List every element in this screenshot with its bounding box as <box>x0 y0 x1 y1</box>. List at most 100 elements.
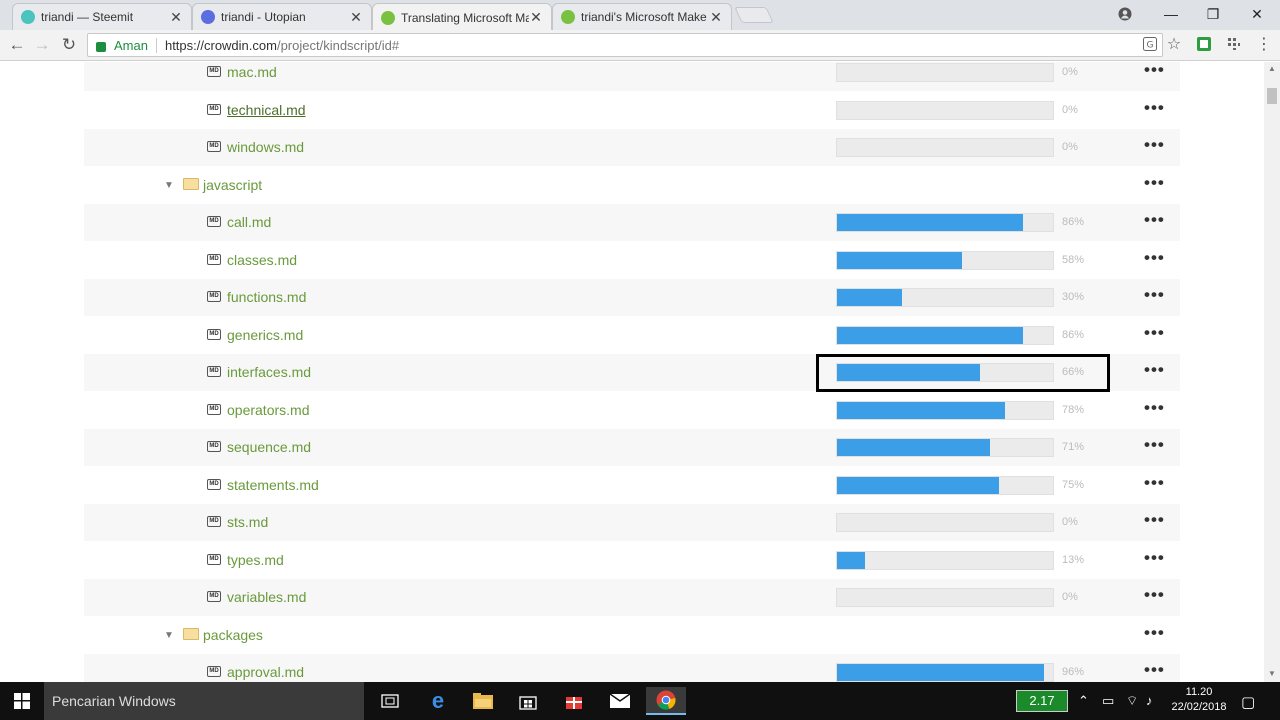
file-name-link[interactable]: classes.md <box>227 252 297 268</box>
new-tab-button[interactable] <box>734 7 774 23</box>
translate-icon[interactable]: G <box>1142 36 1158 52</box>
tab-crowdin-translating[interactable]: Translating Microsoft Ma ✕ <box>372 3 552 31</box>
windows-search-box[interactable]: Pencarian Windows <box>44 682 364 720</box>
file-name-link[interactable]: sts.md <box>227 514 268 530</box>
task-view-icon[interactable] <box>370 687 410 715</box>
file-name-link[interactable]: statements.md <box>227 477 319 493</box>
close-icon[interactable]: ✕ <box>709 9 723 26</box>
menu-dots-icon[interactable]: ⋮ <box>1256 36 1272 53</box>
more-options-icon[interactable]: ••• <box>1144 360 1165 380</box>
battery-indicator[interactable]: 2.17 <box>1016 690 1068 712</box>
more-options-icon[interactable]: ••• <box>1144 173 1165 193</box>
close-icon[interactable]: ✕ <box>169 9 183 26</box>
more-options-icon[interactable]: ••• <box>1144 585 1165 605</box>
more-options-icon[interactable]: ••• <box>1144 323 1165 343</box>
file-name-link[interactable]: variables.md <box>227 589 306 605</box>
scroll-up-icon[interactable]: ▲ <box>1268 64 1276 73</box>
notification-icon[interactable]: ▢ <box>1241 693 1255 711</box>
tab-utopian[interactable]: triandi - Utopian ✕ <box>192 3 372 30</box>
markdown-file-icon: MD <box>207 553 221 565</box>
file-name-link[interactable]: interfaces.md <box>227 364 311 380</box>
file-row[interactable]: MD classes.md 58% ••• <box>84 242 1180 279</box>
system-clock[interactable]: 11.20 22/02/2018 <box>1166 685 1232 715</box>
file-name-link[interactable]: technical.md <box>227 102 306 118</box>
folder-row[interactable]: ▼ packages ••• <box>84 617 1180 654</box>
mail-icon[interactable] <box>600 687 640 715</box>
file-name-link[interactable]: sequence.md <box>227 439 311 455</box>
folder-name[interactable]: packages <box>203 627 263 643</box>
folder-row[interactable]: ▼ javascript ••• <box>84 167 1180 204</box>
store-icon[interactable] <box>508 687 548 715</box>
profile-icon[interactable] <box>1103 0 1147 28</box>
back-arrow-icon[interactable]: ← <box>5 34 29 56</box>
file-row[interactable]: MD mac.md 0% ••• <box>84 62 1180 91</box>
restore-button[interactable]: ❐ <box>1191 0 1235 28</box>
tab-crowdin-profile[interactable]: triandi's Microsoft Make ✕ <box>552 3 732 30</box>
more-options-icon[interactable]: ••• <box>1144 398 1165 418</box>
file-row[interactable]: MD windows.md 0% ••• <box>84 129 1180 166</box>
file-row[interactable]: MD technical.md 0% ••• <box>84 92 1180 129</box>
bookmark-star-icon[interactable]: ☆ <box>1166 36 1182 53</box>
file-name-link[interactable]: mac.md <box>227 64 277 80</box>
file-name-link[interactable]: call.md <box>227 214 271 230</box>
reload-icon[interactable]: ↻ <box>57 34 81 56</box>
file-name-link[interactable]: operators.md <box>227 402 309 418</box>
file-row[interactable]: MD functions.md 30% ••• <box>84 279 1180 316</box>
crowdin-favicon-icon <box>561 10 575 24</box>
file-name-link[interactable]: functions.md <box>227 289 306 305</box>
file-row[interactable]: MD sequence.md 71% ••• <box>84 429 1180 466</box>
more-options-icon[interactable]: ••• <box>1144 548 1165 568</box>
more-options-icon[interactable]: ••• <box>1144 285 1165 305</box>
scroll-down-icon[interactable]: ▼ <box>1268 669 1276 678</box>
more-options-icon[interactable]: ••• <box>1144 210 1165 230</box>
file-name-link[interactable]: windows.md <box>227 139 304 155</box>
file-row[interactable]: MD statements.md 75% ••• <box>84 467 1180 504</box>
more-options-icon[interactable]: ••• <box>1144 135 1165 155</box>
collapse-caret-icon[interactable]: ▼ <box>164 630 174 641</box>
file-name-link[interactable]: approval.md <box>227 664 304 680</box>
file-row[interactable]: MD call.md 86% ••• <box>84 204 1180 241</box>
folder-icon <box>183 627 199 640</box>
chrome-icon[interactable] <box>646 687 686 715</box>
minimize-button[interactable]: — <box>1149 0 1193 28</box>
file-row[interactable]: MD generics.md 86% ••• <box>84 317 1180 354</box>
extension-icon[interactable] <box>1196 36 1212 52</box>
file-name-link[interactable]: types.md <box>227 552 284 568</box>
volume-icon[interactable]: ♪ <box>1146 693 1153 708</box>
file-row[interactable]: MD operators.md 78% ••• <box>84 392 1180 429</box>
scrollbar-thumb[interactable] <box>1267 88 1277 104</box>
close-icon[interactable]: ✕ <box>529 9 543 26</box>
tab-title: triandi — Steemit <box>41 10 134 24</box>
gift-icon[interactable] <box>554 687 594 715</box>
more-options-icon[interactable]: ••• <box>1144 98 1165 118</box>
more-options-icon[interactable]: ••• <box>1144 510 1165 530</box>
tab-steemit[interactable]: triandi — Steemit ✕ <box>12 3 192 30</box>
edge-browser-icon[interactable]: e <box>418 687 458 715</box>
more-options-icon[interactable]: ••• <box>1144 435 1165 455</box>
address-bar[interactable]: Aman https://crowdin.com/project/kindscr… <box>87 33 1163 57</box>
chevron-up-icon[interactable]: ⌃ <box>1078 693 1089 709</box>
wifi-icon[interactable]: ⌔ <box>1126 693 1138 709</box>
extension-grid-icon[interactable] <box>1226 36 1242 52</box>
tab-title: triandi's Microsoft Make <box>581 10 707 24</box>
more-options-icon[interactable]: ••• <box>1144 62 1165 80</box>
windows-start-icon[interactable] <box>0 682 44 720</box>
file-name-link[interactable]: generics.md <box>227 327 303 343</box>
folder-name[interactable]: javascript <box>203 177 262 193</box>
page-scrollbar[interactable]: ▲ ▼ <box>1264 62 1280 682</box>
file-row[interactable]: MD sts.md 0% ••• <box>84 504 1180 541</box>
more-options-icon[interactable]: ••• <box>1144 473 1165 493</box>
close-window-button[interactable]: ✕ <box>1235 0 1279 28</box>
more-options-icon[interactable]: ••• <box>1144 248 1165 268</box>
file-row[interactable]: MD variables.md 0% ••• <box>84 579 1180 616</box>
file-row[interactable]: MD approval.md 96% ••• <box>84 654 1180 682</box>
more-options-icon[interactable]: ••• <box>1144 623 1165 643</box>
close-icon[interactable]: ✕ <box>349 9 363 26</box>
clock-date: 22/02/2018 <box>1171 701 1227 713</box>
more-options-icon[interactable]: ••• <box>1144 660 1165 680</box>
file-explorer-icon[interactable] <box>463 687 503 715</box>
battery-icon[interactable]: ▭ <box>1102 693 1114 709</box>
file-row[interactable]: MD types.md 13% ••• <box>84 542 1180 579</box>
collapse-caret-icon[interactable]: ▼ <box>164 180 174 191</box>
forward-arrow-icon[interactable]: → <box>30 34 54 56</box>
